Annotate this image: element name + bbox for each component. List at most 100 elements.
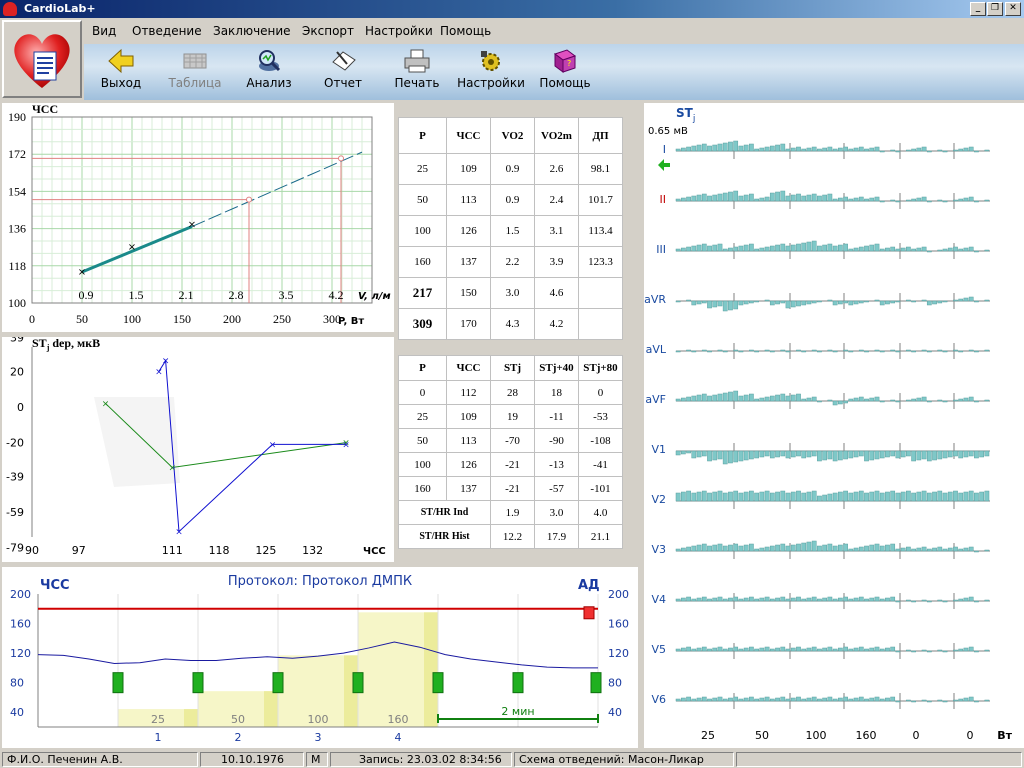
lead-st-bar [817, 245, 822, 252]
lead-st-bar [806, 147, 812, 152]
lead-x-tick: 0 [967, 729, 974, 742]
lead-st-bar [942, 492, 948, 502]
help-button[interactable]: ? Помощь [530, 44, 600, 98]
menu-lead[interactable]: Отведение [132, 24, 202, 38]
lead-st-bar [890, 246, 896, 252]
hr-extrapolated-line [191, 151, 363, 227]
lead-st-bar [958, 398, 964, 402]
lead-st-bar [780, 243, 786, 252]
title-bar[interactable]: CardioLab+ _ ❐ ✕ [0, 0, 1024, 18]
lead-st-bar [780, 300, 786, 304]
lead-st-bar [728, 597, 733, 602]
lead-st-bar [911, 700, 916, 703]
lead-st-bar [874, 299, 880, 302]
lead-st-bar [728, 491, 733, 502]
report-button[interactable]: Отчет [308, 44, 378, 98]
menu-conclusion[interactable]: Заключение [213, 24, 291, 38]
table-row: 50 113 0.9 2.4 101.7 [398, 184, 623, 216]
st-table-container: P ЧСС STj STj+40 STj+80 0 112 28 18 0 25 109 19 -11 -5… [398, 355, 623, 549]
hr-y-tick: 118 [8, 259, 26, 273]
st-hr-chart: 39 20 0 -20 -39 -59 -79 90 97 111 118 125 132 × × × × × ×… [2, 332, 394, 562]
lead-st-bar [717, 490, 723, 502]
lead-st-bar [890, 300, 896, 304]
lead-st-bar [707, 195, 712, 202]
lead-st-bar [853, 247, 859, 252]
lead-st-bar [728, 300, 733, 311]
close-button[interactable]: ✕ [1005, 2, 1021, 16]
lead-st-bar [926, 650, 932, 653]
lead-st-bar [906, 246, 911, 252]
lead-st-bar [837, 697, 843, 702]
menu-settings[interactable]: Настройки [365, 24, 433, 38]
hr-y-label: ЧСС [32, 103, 58, 116]
lead-st-bar [837, 147, 843, 152]
lead-st-bar [843, 146, 848, 152]
settings-button[interactable]: Настройки [456, 44, 526, 98]
lead-st-bar [958, 450, 964, 459]
lead-st-bar [722, 192, 728, 202]
lead-st-bar [937, 599, 943, 602]
print-button[interactable]: Печать [382, 44, 452, 98]
lead-st-bar [691, 698, 697, 702]
lead-st-bar [759, 597, 765, 602]
menu-help[interactable]: Помощь [440, 24, 491, 38]
lead-st-bar [937, 399, 943, 402]
lead-st-bar [796, 646, 801, 652]
lead-st-bar [717, 596, 723, 602]
hr-y-tick: 100 [8, 296, 26, 310]
lead-st-bar [885, 300, 890, 305]
protocol-stage-load: 25 [151, 713, 165, 726]
lead-st-bar [754, 398, 759, 402]
lead-st-bar [801, 542, 807, 552]
menu-view[interactable]: Вид [92, 24, 116, 38]
lead-st-bar [738, 545, 744, 552]
lead-st-bar [796, 349, 801, 352]
lead-st-bar [790, 147, 796, 152]
lead-st-bar [890, 646, 896, 652]
lead-st-bar [811, 540, 817, 552]
lead-st-bar [769, 698, 775, 702]
lead-st-bar [974, 650, 979, 653]
menu-bar: Вид Отведение Заключение Экспорт Настрой… [84, 20, 1024, 44]
lead-st-bar [937, 546, 943, 552]
lead-st-bar [722, 648, 728, 652]
restore-button[interactable]: ❐ [987, 2, 1003, 16]
lead-x-tick: 50 [755, 729, 769, 742]
lead-st-bar [906, 299, 911, 302]
lead-st-bar [968, 696, 974, 702]
analysis-button[interactable]: Анализ [234, 44, 304, 98]
lead-st-bar [837, 647, 843, 652]
exit-button[interactable]: Выход [86, 44, 156, 98]
lead-st-bar [843, 543, 848, 552]
lead-st-bar [796, 490, 801, 502]
lead-st-bar [953, 246, 958, 252]
lead-st-bar [707, 598, 712, 602]
lead-st-bar [707, 245, 712, 252]
lead-st-bar [848, 450, 854, 459]
table-header: STj [490, 355, 535, 381]
lead-st-bar [921, 546, 927, 552]
bp-measure-marker [512, 672, 524, 694]
lead-st-bar [911, 300, 916, 303]
printer-icon [404, 49, 430, 73]
lead-st-bar [675, 492, 681, 502]
lead-st-bar [764, 696, 770, 702]
bp-measure-marker [192, 672, 204, 694]
table-cell: 3.0 [534, 500, 579, 525]
lead-st-bar [837, 400, 843, 405]
lead-st-bar [728, 647, 733, 652]
lead-st-bar [785, 698, 791, 702]
table-button[interactable]: Таблица [160, 44, 230, 98]
lead-st-bar [890, 543, 896, 552]
lead-st-bar [921, 196, 927, 202]
table-cell: -13 [534, 452, 579, 477]
lead-st-bar [874, 490, 880, 502]
lead-st-bar [947, 547, 953, 552]
minimize-button[interactable]: _ [970, 2, 986, 16]
protocol-stage-load: 50 [231, 713, 245, 726]
lead-st-bar [811, 450, 817, 457]
hr-extrapolated-point [246, 196, 252, 203]
lead-st-bar [738, 350, 744, 353]
lead-st-bar [984, 349, 990, 352]
menu-export[interactable]: Экспорт [302, 24, 354, 38]
